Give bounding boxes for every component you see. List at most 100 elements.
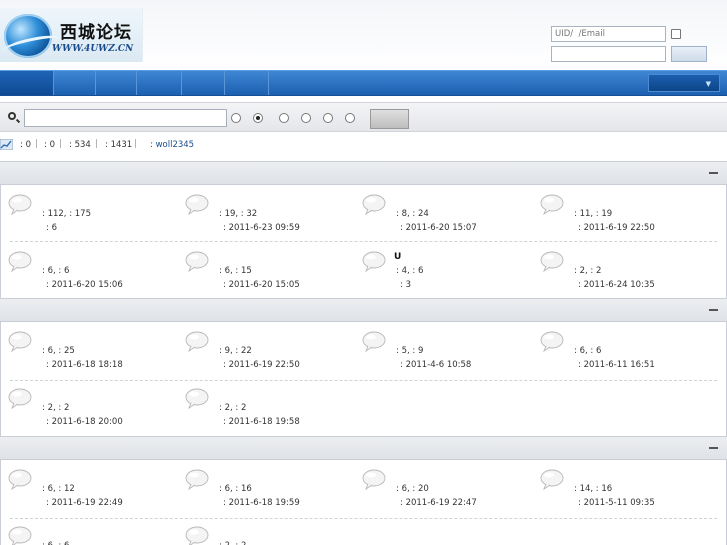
site-header: 西城论坛 WWW.4UWZ.CN [0,0,727,70]
search-type-radio-2[interactable] [253,113,263,123]
forum-item[interactable]: : 14, : 16: 2011-5-11 09:35 [540,469,710,509]
forum-last-post[interactable]: : 2011-6-19 22:49 [46,498,123,508]
search-type-radio-4[interactable] [301,113,311,123]
collapse-icon[interactable] [709,172,718,174]
forum-last-post[interactable]: : 2011-6-20 15:07 [400,223,477,233]
forum-item[interactable]: : 2, : 2 [185,526,355,545]
forum-last-post[interactable]: : 2011-6-19 22:50 [578,223,655,233]
forum-item[interactable]: : 6, : 6 [8,526,178,545]
forum-counts: : 6, : 6 [574,346,602,356]
forum-last-post[interactable]: : 2011-6-23 09:59 [223,223,300,233]
forum-counts: : 8, : 24 [396,209,429,219]
forum-item[interactable]: : 112, : 175 : 6 [8,194,178,234]
speech-bubble-icon [185,388,209,410]
section-header-2[interactable] [0,298,727,322]
forum-counts: : 2, : 2 [219,403,247,413]
search-type-radio-5[interactable] [323,113,333,123]
speech-bubble-icon [540,194,564,216]
forum-counts: : 6, : 20 [396,484,429,494]
search-type-radio-1[interactable] [231,113,241,123]
forum-item[interactable]: : 6, : 6: 2011-6-20 15:06 [8,251,178,291]
forum-item[interactable]: : 6, : 15 : 2011-6-20 15:05 [185,251,355,291]
forum-title[interactable]: U [394,252,401,262]
forum-item[interactable]: : 6, : 20 : 2011-6-19 22:47 [362,469,532,509]
forum-last-post[interactable]: : 2011-6-11 16:51 [578,360,655,370]
site-logo[interactable]: 西城论坛 WWW.4UWZ.CN [0,8,143,62]
forum-last-post[interactable]: : 2011-6-19 22:50 [223,360,300,370]
remember-checkbox[interactable] [671,29,681,39]
forum-item[interactable]: : 6, : 6 : 2011-6-11 16:51 [540,331,710,371]
forum-counts: : 9, : 22 [219,346,252,356]
forum-item[interactable]: : 19, : 32 : 2011-6-23 09:59 [185,194,355,234]
search-input[interactable] [24,109,227,127]
forum-last-post[interactable]: : 3 [400,280,411,290]
speech-bubble-icon [8,388,32,410]
nav-item-6[interactable] [225,71,269,95]
forum-counts: : 2, : 2 [574,266,602,276]
forum-last-post[interactable]: : 2011-6-24 10:35 [578,280,655,290]
newest-member[interactable]: : woll2345 [150,140,194,150]
forum-item[interactable]: : 5, : 9 : 2011-4-6 10:58 [362,331,532,371]
forum-last-post[interactable]: : 2011-6-19 22:47 [400,498,477,508]
chart-icon [0,139,13,150]
forum-last-post[interactable]: : 2011-6-18 20:00 [46,417,123,427]
stat-3: : 534 [69,140,91,150]
speech-bubble-icon [362,194,386,216]
speech-bubble-icon [185,251,209,273]
forum-item[interactable]: : 2, : 2: 2011-6-18 20:00 [8,388,178,428]
login-button[interactable] [671,46,707,62]
forum-item[interactable]: : 2, : 2 : 2011-6-24 10:35 [540,251,710,291]
search-button[interactable] [370,109,409,129]
forum-item[interactable]: : 6, : 12 : 2011-6-19 22:49 [8,469,178,509]
collapse-icon[interactable] [709,309,718,311]
speech-bubble-icon [540,331,564,353]
logo-url: WWW.4UWZ.CN [52,44,134,54]
forum-item[interactable]: : 2, : 2 : 2011-6-18 19:58 [185,388,355,428]
nav-item-4[interactable] [137,71,182,95]
forum-last-post[interactable]: : 2011-6-20 15:05 [223,280,300,290]
username-input[interactable] [551,26,666,42]
forum-item[interactable]: : 6, : 25 : 2011-6-18 18:18 [8,331,178,371]
row-divider [10,380,717,381]
forum-counts: : 6, : 16 [219,484,252,494]
forum-last-post[interactable]: : 2011-6-20 15:06 [46,280,123,290]
forum-item[interactable]: : 11, : 19: 2011-6-19 22:50 [540,194,710,234]
nav-item-5[interactable] [182,71,225,95]
speech-bubble-icon [540,251,564,273]
forum-counts: : 112, : 175 [42,209,91,219]
forum-counts: : 5, : 9 [396,346,424,356]
forum-item[interactable]: : 6, : 16 : 2011-6-18 19:59 [185,469,355,509]
forum-last-post[interactable]: : 2011-6-18 19:59 [223,498,300,508]
password-input[interactable] [551,46,666,62]
forum-last-post[interactable]: : 2011-6-18 19:58 [223,417,300,427]
stat-1: : 0 [20,140,31,150]
nav-dropdown[interactable]: ▼ [648,74,720,92]
nav-item-home[interactable] [0,71,54,95]
forum-counts: : 6, : 12 [42,484,75,494]
forum-last-post[interactable]: : 2011-4-6 10:58 [400,360,471,370]
forum-item[interactable]: : 8, : 24 : 2011-6-20 15:07 [362,194,532,234]
nav-item-3[interactable] [96,71,137,95]
forum-counts: : 19, : 32 [219,209,258,219]
collapse-icon[interactable] [709,447,718,449]
logo-name: 西城论坛 [60,23,132,43]
speech-bubble-icon [8,526,32,545]
nav-item-2[interactable] [54,71,96,95]
section-header-1[interactable] [0,161,727,185]
search-type-radio-3[interactable] [279,113,289,123]
speech-bubble-icon [362,251,386,273]
section-header-3[interactable] [0,436,727,460]
main-nav: ▼ [0,70,727,96]
forum-item[interactable]: U: 4, : 6: 3 [362,251,532,291]
forum-counts: : 6, : 15 [219,266,252,276]
speech-bubble-icon [8,194,32,216]
forum-last-post[interactable]: : 6 [46,223,57,233]
stat-4: : 1431 [105,140,133,150]
forum-counts: : 6, : 25 [42,346,75,356]
stat-2: : 0 [44,140,55,150]
search-type-radio-6[interactable] [345,113,355,123]
forum-last-post[interactable]: : 2011-5-11 09:35 [578,498,655,508]
forum-item[interactable]: : 9, : 22 : 2011-6-19 22:50 [185,331,355,371]
forum-last-post[interactable]: : 2011-6-18 18:18 [46,360,123,370]
row-divider [10,241,717,242]
